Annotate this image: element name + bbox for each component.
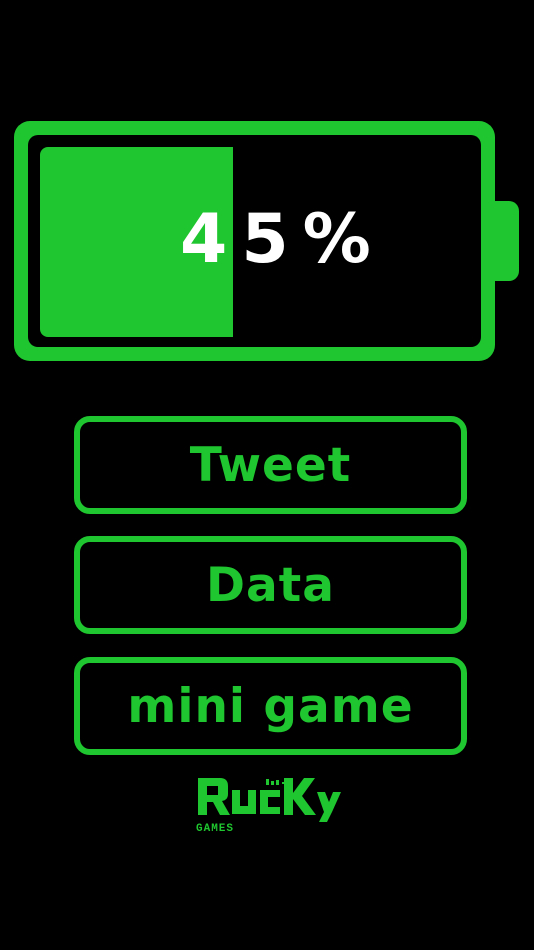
battery-percent-sign: % <box>302 200 385 279</box>
battery-digit-tens: 4 <box>180 200 242 279</box>
logo-subtitle: GAMES <box>196 823 234 834</box>
brand-logo: GAMES <box>196 778 341 834</box>
data-button[interactable]: Data <box>74 536 467 634</box>
battery-percentage-readout: 4 5 % <box>180 200 385 280</box>
mini-game-button[interactable]: mini game <box>74 657 467 755</box>
battery-terminal <box>495 201 519 281</box>
tweet-button-label: Tweet <box>189 437 352 493</box>
mini-game-button-label: mini game <box>127 678 414 734</box>
tweet-button[interactable]: Tweet <box>74 416 467 514</box>
data-button-label: Data <box>206 557 335 613</box>
battery-digit-ones: 5 <box>241 200 303 279</box>
